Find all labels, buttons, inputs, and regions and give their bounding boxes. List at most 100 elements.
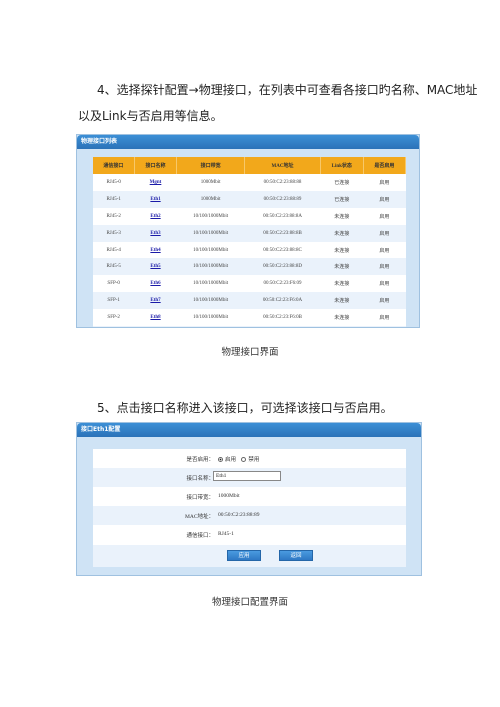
bandwidth-value: 1000Mbit bbox=[218, 493, 240, 499]
cell-name[interactable]: Eth4 bbox=[134, 242, 176, 259]
cell-name[interactable]: Eth5 bbox=[134, 258, 177, 276]
cell-port: SFP-1 bbox=[93, 292, 135, 310]
table-row: SFP-0 Eth6 10/100/1000Mbit 00:50:C2:23:F6:0… bbox=[93, 275, 406, 292]
caption-interface-config: 物理接口配置界面 bbox=[211, 597, 288, 608]
cell-mac: 00:50:C2:23:88:8B bbox=[244, 224, 321, 242]
cell-bandwidth: 10/100/1000Mbit bbox=[176, 258, 245, 276]
enable-off-radio[interactable] bbox=[241, 456, 247, 462]
col-header-port: 通信接口 bbox=[93, 157, 135, 174]
cell-bandwidth: 10/100/1000Mbit bbox=[193, 247, 229, 253]
table-row: SFP-3Eth910/100/1000Mbit00:50:C2:23:F6:0… bbox=[93, 326, 406, 327]
mac-value: 00:50:C2:23:88:89 bbox=[218, 512, 260, 518]
cell-enabled: 启用 bbox=[379, 248, 390, 254]
cell-link: 未连接 bbox=[334, 214, 350, 220]
col-header-link: Link状态 bbox=[320, 157, 364, 174]
cell-link: 未连接 bbox=[320, 326, 364, 327]
cell-enabled: 启用 bbox=[379, 316, 390, 322]
cell-enabled: 启用 bbox=[363, 292, 406, 310]
step5-text: 5、点击接口名称进入该接口，可选择该接口与否启用。 bbox=[97, 401, 393, 415]
cell-enabled: 启用 bbox=[379, 282, 390, 288]
step4-line2: 以及Link与否启用等信息。 bbox=[78, 109, 223, 123]
cell-name[interactable]: Eth1 bbox=[134, 190, 177, 208]
bandwidth-row: 接口带宽： 1000Mbit bbox=[93, 487, 406, 506]
cell-link: 未连接 bbox=[334, 282, 350, 288]
table-row: RJ45-0 Mgnt 1000Mbit 00:50:C2:23:88:88 已连接 启用 bbox=[93, 174, 406, 191]
cell-port: SFP-0 bbox=[107, 281, 120, 287]
cell-enabled: 启用 bbox=[379, 214, 390, 220]
cell-enabled: 启用 bbox=[363, 258, 406, 276]
cell-bandwidth: 10/100/1000Mbit bbox=[176, 292, 245, 310]
col-header-name: 接口名称 bbox=[134, 157, 178, 174]
cell-enabled: 启用 bbox=[363, 326, 406, 327]
cell-mac: 00:50:C2:23:88:89 bbox=[244, 190, 321, 208]
cell-bandwidth: 10/100/1000Mbit bbox=[193, 315, 229, 321]
enable-options: 启用 禁用 bbox=[218, 455, 263, 463]
cell-port: RJ45-0 bbox=[106, 179, 121, 185]
table-header-row: 通信接口 接口名称 接口带宽 MAC地址 Link状态 是否启用 bbox=[93, 157, 407, 174]
cell-link: 已连接 bbox=[320, 190, 364, 208]
cell-enabled: 启用 bbox=[379, 180, 390, 186]
cell-bandwidth: 10/100/1000Mbit bbox=[193, 213, 229, 219]
col-header-bandwidth: 接口带宽 bbox=[176, 157, 246, 174]
cell-name[interactable]: Eth6 bbox=[134, 275, 176, 292]
name-row: 接口名称： Eth1 bbox=[93, 468, 406, 487]
cell-link: 已连接 bbox=[334, 180, 350, 186]
enable-on-radio[interactable] bbox=[218, 456, 223, 462]
cell-port: RJ45-4 bbox=[106, 247, 121, 253]
physical-interface-panel: 物理接口列表 通信接口 接口名称 接口带宽 MAC地址 Link状态 是否启用 … bbox=[76, 134, 420, 328]
enable-off-label: 禁用 bbox=[248, 457, 260, 463]
table-row: RJ45-5 Eth5 10/100/1000Mbit 00:50:C2:23:88:… bbox=[93, 258, 406, 276]
cell-link: 未连接 bbox=[334, 316, 350, 322]
cell-link: 未连接 bbox=[320, 292, 364, 310]
port-label: 通信接口： bbox=[186, 533, 214, 539]
mac-row: MAC地址： 00:50:C2:23:88:89 bbox=[93, 506, 406, 525]
cell-mac: 00:50:C2:23:F6:0B bbox=[263, 315, 302, 321]
bandwidth-label: 接口带宽： bbox=[186, 495, 214, 501]
cell-name[interactable]: Eth8 bbox=[134, 309, 176, 326]
table-row: SFP-2 Eth8 10/100/1000Mbit 00:50:C2:23:F6:0… bbox=[93, 309, 406, 326]
cell-mac: 00:50:C2:23:88:8A bbox=[263, 213, 302, 219]
back-button[interactable]: 返回 bbox=[279, 550, 313, 561]
col-header-mac: MAC地址 bbox=[244, 157, 321, 174]
cell-enabled: 启用 bbox=[363, 224, 406, 242]
cell-name[interactable]: Eth2 bbox=[134, 208, 176, 225]
table-row: SFP-1 Eth7 10/100/1000Mbit 00:50:C2:23:F6:0… bbox=[93, 292, 406, 310]
col-header-enabled: 是否启用 bbox=[363, 157, 407, 174]
enable-on-label: 启用 bbox=[225, 457, 237, 463]
cell-mac: 00:50:C2:23:88:8D bbox=[244, 258, 321, 276]
cell-bandwidth: 1000Mbit bbox=[176, 190, 245, 208]
cell-mac: 00:50:C2:23:F6:0C bbox=[244, 326, 321, 327]
table-row: RJ45-4 Eth4 10/100/1000Mbit 00:50:C2:23:88:… bbox=[93, 242, 406, 259]
enable-row: 是否启用： 启用 禁用 bbox=[93, 449, 406, 468]
port-row: 通信接口： RJ45-1 bbox=[93, 525, 406, 544]
cell-bandwidth: 10/100/1000Mbit bbox=[193, 281, 229, 287]
port-value: RJ45-1 bbox=[218, 531, 234, 537]
config-form: 是否启用： 启用 禁用 接口名称： Eth1 接口带宽： 1000Mbit MA… bbox=[93, 449, 406, 567]
name-label: 接口名称： bbox=[186, 476, 214, 482]
panel1-title: 物理接口列表 bbox=[77, 135, 419, 149]
cell-link: 未连接 bbox=[334, 248, 350, 254]
step4-line1: 4、选择探针配置→物理接口，在列表中可查看各接口旳名称、MAC地址 bbox=[97, 83, 478, 97]
table-row: RJ45-3 Eth3 10/100/1000Mbit 00:50:C2:23:88:… bbox=[93, 224, 406, 242]
cell-link: 未连接 bbox=[320, 224, 364, 242]
cell-name[interactable]: Eth3 bbox=[134, 224, 177, 242]
cell-port: SFP-3 bbox=[93, 326, 135, 327]
cell-enabled: 启用 bbox=[363, 190, 406, 208]
mac-label: MAC地址： bbox=[184, 514, 214, 520]
table-row: RJ45-2 Eth2 10/100/1000Mbit 00:50:C2:23:88:… bbox=[93, 208, 406, 225]
cell-name[interactable]: Eth9 bbox=[134, 326, 177, 327]
cell-name[interactable]: Mgnt bbox=[134, 174, 176, 191]
cell-bandwidth: 10/100/1000Mbit bbox=[176, 224, 245, 242]
cell-name[interactable]: Eth7 bbox=[134, 292, 177, 310]
cell-port: RJ45-1 bbox=[93, 190, 135, 208]
cell-mac: 00:50:C2:23:F6:09 bbox=[263, 281, 302, 287]
apply-button[interactable]: 应用 bbox=[227, 550, 261, 561]
interface-name-input[interactable]: Eth1 bbox=[213, 471, 281, 481]
button-row: 应用 返回 bbox=[93, 545, 406, 567]
caption-physical-interface: 物理接口界面 bbox=[221, 347, 279, 358]
cell-mac: 00:50:C2:23:88:8C bbox=[263, 247, 302, 253]
panel2-title: 接口Eth1配置 bbox=[77, 423, 421, 437]
cell-port: RJ45-5 bbox=[93, 258, 135, 276]
cell-port: RJ45-3 bbox=[93, 224, 135, 242]
table-row: RJ45-1 Eth1 1000Mbit 00:50:C2:23:88:89 已连接 启用 bbox=[93, 190, 406, 208]
